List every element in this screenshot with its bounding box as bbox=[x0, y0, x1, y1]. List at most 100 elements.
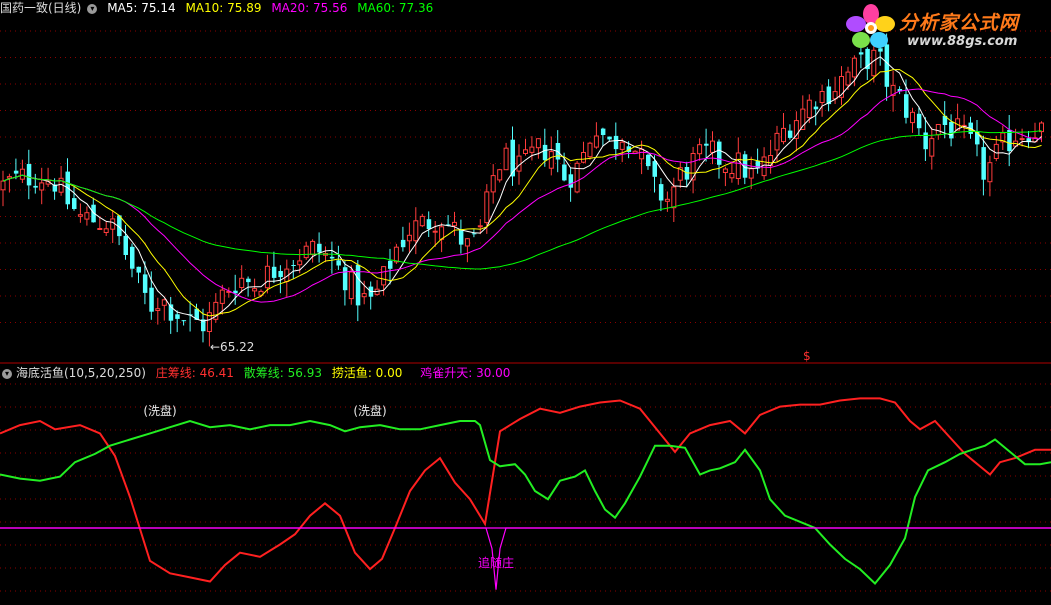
candle-body bbox=[935, 124, 941, 136]
candle-body bbox=[155, 308, 161, 312]
candle-body bbox=[130, 246, 135, 269]
logo-url: www.88gs.com bbox=[907, 34, 1018, 49]
candle-body bbox=[264, 265, 270, 289]
candle-body bbox=[110, 218, 116, 230]
chart-title: 国药一致(日线) bbox=[0, 1, 82, 15]
candle-body bbox=[13, 170, 19, 174]
indicator-annotation: (洗盘) bbox=[353, 403, 386, 418]
candle-body bbox=[175, 314, 180, 319]
candle-body bbox=[84, 212, 90, 220]
ma5-value: MA5: 75.14 bbox=[107, 1, 176, 15]
candle-body bbox=[123, 235, 128, 255]
candle-body bbox=[246, 278, 251, 283]
candle-body bbox=[717, 141, 722, 165]
indicator-legend: ▾ 海底活鱼(10,5,20,250) 庄筹线: 46.41 散筹线: 56.93… bbox=[0, 365, 516, 381]
candle-body bbox=[136, 266, 141, 273]
zhuang-value: 庄筹线: 46.41 bbox=[155, 366, 234, 380]
candle-body bbox=[419, 215, 425, 227]
collapse-icon[interactable]: ▾ bbox=[87, 3, 98, 14]
candle-body bbox=[1019, 138, 1025, 141]
ma20-value: MA20: 75.56 bbox=[271, 1, 348, 15]
candle-body bbox=[458, 229, 464, 245]
candle-body bbox=[181, 320, 187, 322]
site-logo: 分析家公式网 www.88gs.com bbox=[845, 2, 1045, 52]
candle-body bbox=[348, 271, 354, 300]
candle-body bbox=[619, 141, 625, 150]
stock-chart[interactable]: ←65.22 $ (洗盘) (洗盘) 追随庄 bbox=[0, 0, 1051, 605]
candle-body bbox=[929, 138, 935, 157]
candle-body bbox=[587, 142, 593, 158]
candle-body bbox=[0, 180, 6, 191]
candle-body bbox=[426, 219, 432, 229]
candle-body bbox=[639, 148, 645, 160]
collapse-icon[interactable]: ▾ bbox=[2, 368, 12, 379]
candle-body bbox=[652, 161, 657, 177]
candle-body bbox=[72, 198, 77, 209]
candle-body bbox=[949, 121, 954, 139]
candle-body bbox=[406, 234, 412, 242]
candle-body bbox=[871, 49, 877, 77]
candle-body bbox=[393, 246, 399, 263]
candle-body bbox=[987, 162, 993, 183]
candle-body bbox=[981, 147, 986, 180]
candle-body bbox=[490, 175, 496, 193]
candle-body bbox=[722, 168, 728, 173]
candle-body bbox=[806, 99, 812, 119]
candle-body bbox=[819, 91, 825, 103]
candle-body bbox=[252, 288, 258, 292]
main-chart-legend: 国药一致(日线) ▾ MA5: 75.14 MA10: 75.89 MA20: 7… bbox=[0, 0, 439, 16]
ma20-line bbox=[2, 88, 1042, 303]
candle-body bbox=[787, 130, 793, 138]
candle-body bbox=[503, 147, 509, 171]
candle-body bbox=[704, 143, 709, 146]
candle-body bbox=[910, 111, 915, 124]
candle-body bbox=[336, 260, 341, 266]
candle-body bbox=[607, 136, 612, 140]
candle-body bbox=[471, 233, 477, 235]
candle-body bbox=[388, 260, 393, 269]
candle-body bbox=[149, 287, 154, 312]
signal-marker: $ bbox=[803, 349, 811, 363]
flower-icon bbox=[846, 4, 895, 48]
candle-body bbox=[523, 149, 528, 155]
candle-body bbox=[19, 168, 25, 180]
candle-body bbox=[761, 156, 767, 177]
candle-body bbox=[161, 299, 167, 306]
candle-body bbox=[581, 152, 586, 163]
candle-body bbox=[317, 243, 322, 253]
que-value: 鸡雀升天: 30.00 bbox=[420, 366, 511, 380]
candle-body bbox=[529, 146, 535, 153]
candle-body bbox=[342, 267, 348, 291]
candle-body bbox=[97, 228, 103, 230]
candle-body bbox=[858, 52, 864, 55]
candle-body bbox=[355, 264, 361, 306]
candle-body bbox=[916, 113, 922, 129]
candle-body bbox=[710, 140, 715, 153]
candle-body bbox=[239, 277, 245, 288]
candle-body bbox=[562, 164, 567, 181]
candle-body bbox=[452, 221, 457, 227]
lao-value: 捞活鱼: 0.00 bbox=[331, 366, 403, 380]
candle-body bbox=[77, 214, 83, 217]
candle-body bbox=[697, 144, 703, 155]
ma5-line bbox=[2, 56, 1042, 322]
candle-body bbox=[33, 185, 38, 188]
candle-body bbox=[291, 265, 296, 266]
candle-body bbox=[729, 173, 735, 179]
san-value: 散筹线: 56.93 bbox=[243, 366, 322, 380]
ma10-value: MA10: 75.89 bbox=[185, 1, 262, 15]
candle-body bbox=[6, 176, 12, 179]
candle-body bbox=[219, 289, 225, 304]
candle-body bbox=[535, 138, 541, 149]
candle-body bbox=[593, 135, 599, 148]
candle-body bbox=[484, 191, 490, 224]
candle-body bbox=[303, 245, 309, 259]
low-price-label: ←65.22 bbox=[210, 340, 254, 354]
candle-body bbox=[993, 143, 999, 159]
candle-body bbox=[297, 260, 303, 266]
candle-body bbox=[381, 266, 387, 286]
san-line bbox=[0, 419, 1051, 585]
candle-body bbox=[497, 169, 503, 181]
candle-body bbox=[646, 154, 651, 167]
candle-body bbox=[781, 127, 786, 143]
